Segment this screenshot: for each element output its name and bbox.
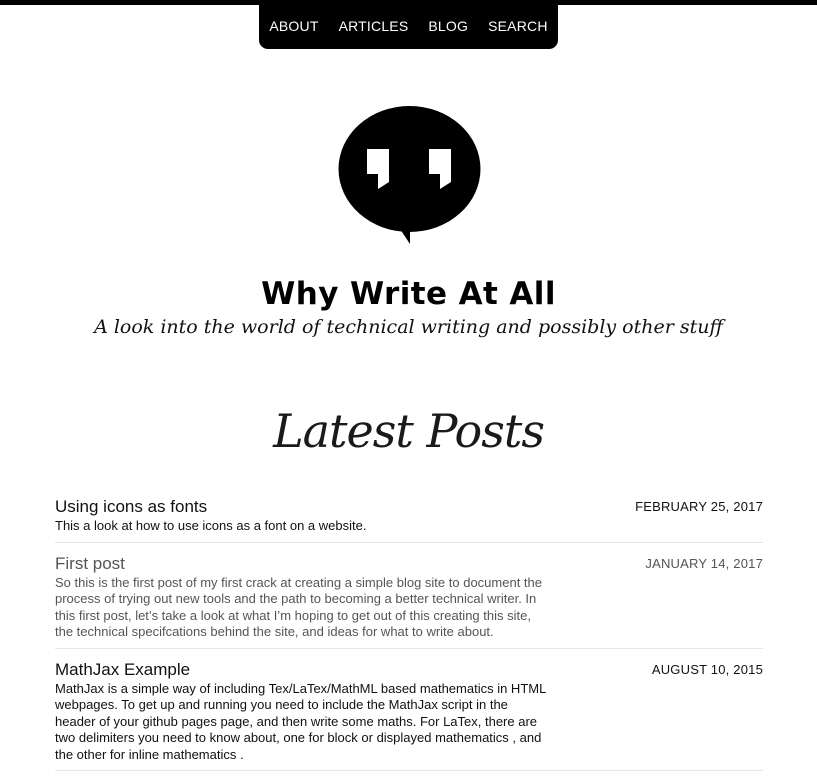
top-nav: ABOUT ARTICLES BLOG SEARCH bbox=[259, 0, 558, 49]
nav-search[interactable]: SEARCH bbox=[488, 16, 548, 34]
post-date: FEBRUARY 25, 2017 bbox=[635, 499, 763, 514]
nav-blog[interactable]: BLOG bbox=[428, 16, 468, 34]
post-excerpt: So this is the first post of my first cr… bbox=[55, 574, 542, 640]
post-date: JANUARY 14, 2017 bbox=[645, 555, 763, 571]
nav-articles[interactable]: ARTICLES bbox=[339, 16, 409, 34]
post-item: First post JANUARY 14, 2017 So this is t… bbox=[55, 553, 763, 649]
post-excerpt: This a look at how to use icons as a fon… bbox=[55, 518, 367, 533]
post-date: AUGUST 10, 2015 bbox=[651, 661, 763, 677]
post-excerpt: MathJax is a simple way of including Tex… bbox=[55, 680, 546, 762]
site-title[interactable]: Why Write At All bbox=[0, 276, 817, 312]
post-item: Using icons as fonts FEBRUARY 25, 2017 T… bbox=[55, 496, 763, 543]
quote-bubble-icon[interactable] bbox=[338, 104, 481, 245]
post-list: Using icons as fonts FEBRUARY 25, 2017 T… bbox=[55, 496, 763, 776]
post-item: MathJax Example AUGUST 10, 2015 MathJax … bbox=[55, 659, 763, 771]
site-tagline: A look into the world of technical writi… bbox=[94, 316, 723, 338]
nav-about[interactable]: ABOUT bbox=[269, 16, 318, 34]
latest-posts-heading: Latest Posts bbox=[273, 404, 545, 458]
